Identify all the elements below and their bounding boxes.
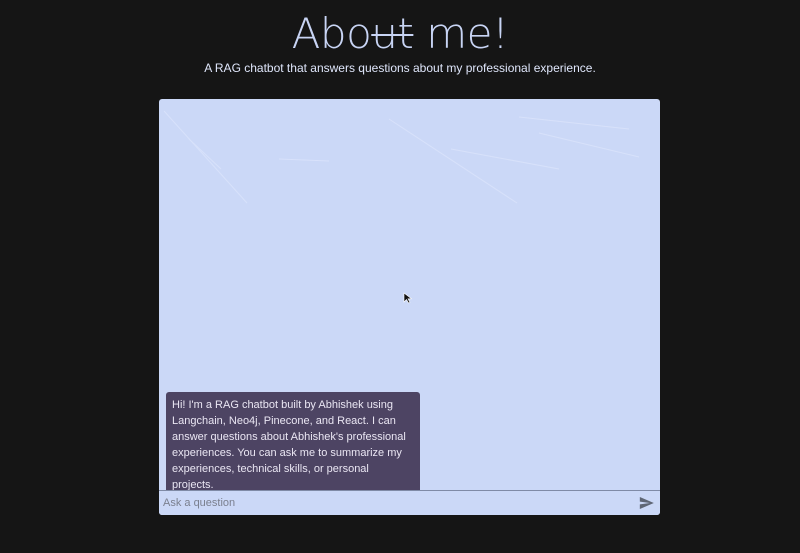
send-icon	[639, 497, 654, 509]
page-subtitle: A RAG chatbot that answers questions abo…	[204, 61, 596, 75]
title-prefix: Abo	[291, 9, 372, 58]
title-suffix: me!	[413, 9, 509, 58]
page: About me! A RAG chatbot that answers que…	[0, 0, 800, 553]
mouse-cursor-icon	[403, 292, 413, 304]
question-input[interactable]	[163, 494, 623, 512]
page-title: About me!	[0, 8, 800, 60]
chat-panel: Hi! I'm a RAG chatbot built by Abhishek …	[159, 99, 660, 515]
title-strike: ut	[371, 9, 414, 58]
send-button[interactable]	[638, 495, 655, 511]
bot-message: Hi! I'm a RAG chatbot built by Abhishek …	[166, 392, 420, 499]
input-row	[159, 490, 660, 515]
